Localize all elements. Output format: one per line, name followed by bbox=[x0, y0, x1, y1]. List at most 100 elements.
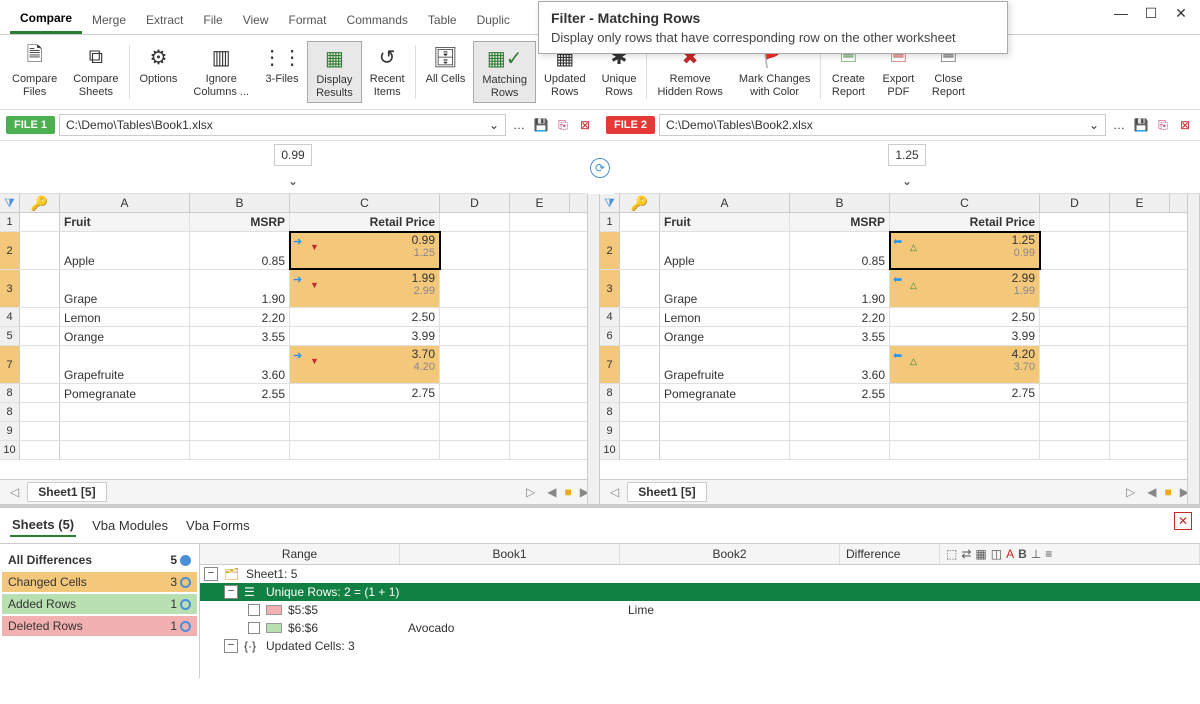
cell-msrp[interactable]: 2.55 bbox=[190, 384, 290, 402]
tab-view[interactable]: View bbox=[233, 7, 279, 33]
radio-selected-icon[interactable] bbox=[180, 555, 191, 566]
empty-cell[interactable] bbox=[190, 422, 290, 440]
empty-cell[interactable] bbox=[440, 403, 510, 421]
empty-cell[interactable] bbox=[440, 422, 510, 440]
empty-cell[interactable] bbox=[890, 422, 1040, 440]
cell-msrp[interactable]: 0.85 bbox=[790, 232, 890, 269]
column-c[interactable]: C bbox=[890, 194, 1040, 212]
all-cells-button[interactable]: 🗄All Cells bbox=[418, 41, 474, 88]
column-b[interactable]: B bbox=[190, 194, 290, 212]
row-number[interactable]: 9 bbox=[0, 422, 20, 440]
tab-compare[interactable]: Compare bbox=[10, 5, 82, 34]
file2-save-icon[interactable]: 💾 bbox=[1132, 116, 1150, 134]
diff-cell[interactable]: ➜▼3.704.20 bbox=[290, 346, 440, 383]
diff-cell[interactable]: ⬅△2.991.99 bbox=[890, 270, 1040, 307]
close-panel-button[interactable]: ✕ bbox=[1174, 512, 1192, 530]
arrow-right-icon[interactable]: ➜ bbox=[293, 235, 302, 248]
cell-fruit[interactable]: Apple bbox=[60, 232, 190, 269]
chevron-down-icon[interactable]: ⌄ bbox=[489, 118, 499, 132]
row-number[interactable]: 8 bbox=[0, 384, 20, 402]
cell-msrp[interactable]: 3.60 bbox=[190, 346, 290, 383]
compare-sheets-button[interactable]: ⧉Compare Sheets bbox=[65, 41, 126, 101]
sheet-prev-icon[interactable]: ◁ bbox=[604, 485, 625, 499]
arrow-right-icon[interactable]: ➜ bbox=[293, 349, 302, 362]
cell-msrp[interactable]: 3.55 bbox=[790, 327, 890, 345]
hscroll-left-icon[interactable]: ◀ bbox=[1141, 485, 1162, 499]
cell-retail[interactable]: 3.99 bbox=[290, 327, 440, 345]
row-number[interactable]: 8 bbox=[600, 403, 620, 421]
empty-cell[interactable] bbox=[290, 441, 440, 459]
row-number[interactable]: 5 bbox=[0, 327, 20, 345]
empty-cell[interactable] bbox=[60, 403, 190, 421]
file2-more-button[interactable]: … bbox=[1110, 116, 1128, 134]
row-number[interactable]: 7 bbox=[0, 346, 20, 383]
cell-fruit[interactable]: Apple bbox=[660, 232, 790, 269]
row-number[interactable]: 7 bbox=[600, 346, 620, 383]
column-c[interactable]: C bbox=[290, 194, 440, 212]
filter-icon[interactable]: ⧩ bbox=[600, 194, 620, 212]
row-number[interactable]: 3 bbox=[600, 270, 620, 307]
file2-saveas-icon[interactable]: ⎘ bbox=[1154, 116, 1172, 134]
empty-cell[interactable] bbox=[790, 441, 890, 459]
diff-cell[interactable]: ⬅△4.203.70 bbox=[890, 346, 1040, 383]
tab-format[interactable]: Format bbox=[279, 7, 337, 33]
file1-cell-value[interactable]: 0.99 bbox=[274, 144, 311, 166]
sheet-next-icon[interactable]: ▷ bbox=[520, 485, 541, 499]
radio-icon[interactable] bbox=[180, 599, 191, 610]
row-number[interactable]: 8 bbox=[0, 403, 20, 421]
tool-bold-icon[interactable]: B bbox=[1018, 547, 1027, 561]
empty-cell[interactable] bbox=[60, 422, 190, 440]
cell-fruit[interactable]: Lemon bbox=[60, 308, 190, 326]
cell-msrp[interactable]: 1.90 bbox=[190, 270, 290, 307]
header-cell[interactable]: MSRP bbox=[790, 213, 890, 231]
diff-cell[interactable]: ➜▼1.992.99 bbox=[290, 270, 440, 307]
header-cell[interactable]: Fruit bbox=[60, 213, 190, 231]
checkbox[interactable] bbox=[248, 604, 260, 616]
empty-cell[interactable] bbox=[190, 403, 290, 421]
cell-fruit[interactable]: Grapefruite bbox=[60, 346, 190, 383]
cell-fruit[interactable]: Pomegranate bbox=[60, 384, 190, 402]
diff-updated-cells[interactable]: −{·}Updated Cells: 3 bbox=[200, 637, 1200, 655]
ignore-columns-button[interactable]: ▥Ignore Columns ... bbox=[185, 41, 257, 101]
tab-vba-forms[interactable]: Vba Forms bbox=[184, 515, 252, 536]
tool-icon[interactable]: ≡ bbox=[1045, 547, 1052, 561]
legend-added-rows[interactable]: Added Rows1 bbox=[2, 594, 197, 614]
sheet-tab[interactable]: Sheet1 [5] bbox=[627, 482, 706, 502]
empty-cell[interactable] bbox=[660, 403, 790, 421]
column-e[interactable]: E bbox=[1110, 194, 1170, 212]
file1-saveas-icon[interactable]: ⎘ bbox=[554, 116, 572, 134]
empty-cell[interactable] bbox=[790, 422, 890, 440]
tool-icon[interactable]: ⬚ bbox=[946, 547, 957, 561]
three-files-button[interactable]: ⋮⋮3-Files bbox=[257, 41, 307, 88]
cell-fruit[interactable]: Lemon bbox=[660, 308, 790, 326]
cell-msrp[interactable]: 3.60 bbox=[790, 346, 890, 383]
header-cell[interactable]: Retail Price bbox=[890, 213, 1040, 231]
collapse-icon[interactable]: − bbox=[204, 567, 218, 581]
empty-cell[interactable] bbox=[1040, 422, 1110, 440]
maximize-icon[interactable]: ☐ bbox=[1140, 5, 1162, 22]
file2-close-icon[interactable]: ⊠ bbox=[1176, 116, 1194, 134]
tab-extract[interactable]: Extract bbox=[136, 7, 193, 33]
row-number[interactable]: 4 bbox=[600, 308, 620, 326]
checkbox[interactable] bbox=[248, 622, 260, 634]
column-b[interactable]: B bbox=[790, 194, 890, 212]
tool-icon[interactable]: ▦ bbox=[975, 547, 986, 561]
tab-vba-modules[interactable]: Vba Modules bbox=[90, 515, 170, 536]
column-d[interactable]: D bbox=[440, 194, 510, 212]
empty-cell[interactable] bbox=[660, 441, 790, 459]
legend-deleted-rows[interactable]: Deleted Rows1 bbox=[2, 616, 197, 636]
collapse-icon[interactable]: − bbox=[224, 585, 238, 599]
column-a[interactable]: A bbox=[60, 194, 190, 212]
diff-row-item[interactable]: $6:$6Avocado bbox=[200, 619, 1200, 637]
cell-fruit[interactable]: Pomegranate bbox=[660, 384, 790, 402]
cell-msrp[interactable]: 0.85 bbox=[190, 232, 290, 269]
cell-retail[interactable]: 2.75 bbox=[890, 384, 1040, 402]
cell-fruit[interactable]: Orange bbox=[660, 327, 790, 345]
row-number[interactable]: 8 bbox=[600, 384, 620, 402]
cell-msrp[interactable]: 1.90 bbox=[790, 270, 890, 307]
radio-icon[interactable] bbox=[180, 621, 191, 632]
row-number[interactable]: 10 bbox=[0, 441, 20, 459]
cell-fruit[interactable]: Grape bbox=[660, 270, 790, 307]
matching-rows-button[interactable]: ▦✓Matching Rows bbox=[473, 41, 536, 103]
cell-fruit[interactable]: Grapefruite bbox=[660, 346, 790, 383]
